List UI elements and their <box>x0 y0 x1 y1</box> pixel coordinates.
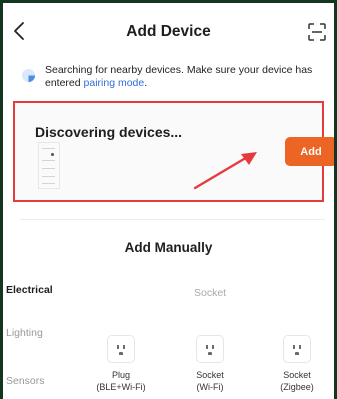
category-electrical[interactable]: Electrical <box>6 284 53 296</box>
add-manually-title: Add Manually <box>124 240 213 255</box>
notice-tail: . <box>144 77 148 89</box>
product-name: Socket <box>196 370 224 380</box>
page-title: Add Device <box>126 23 211 40</box>
product-connectivity: (Zigbee) <box>280 382 314 392</box>
product-name: Plug <box>111 370 130 380</box>
product-connectivity: (Wi-Fi) <box>196 382 224 392</box>
product-name: Socket <box>283 370 311 380</box>
search-notice: Searching for nearby devices. Make sure … <box>15 61 325 95</box>
add-device-screen: Add Device Searching for nearby devices.… <box>3 3 334 399</box>
category-lighting[interactable]: Lighting <box>6 327 43 339</box>
socket-icon <box>283 335 311 363</box>
category-sensors[interactable]: Sensors <box>6 375 45 387</box>
socket-icon <box>107 335 135 363</box>
searching-spinner-icon <box>21 68 36 83</box>
header: Add Device <box>3 3 334 57</box>
notice-text: Searching for nearby devices. Make sure … <box>45 64 320 90</box>
product-socket-zigbee[interactable]: Socket (Zigbee) <box>267 335 327 393</box>
socket-icon <box>196 335 224 363</box>
divider <box>20 219 325 220</box>
device-thumbnail <box>38 142 60 189</box>
product-socket-wifi[interactable]: Socket (Wi-Fi) <box>180 335 240 393</box>
annotation-arrow-icon <box>193 152 257 190</box>
section-label-socket: Socket <box>194 287 227 299</box>
discovery-title: Discovering devices... <box>35 124 183 140</box>
scan-icon[interactable] <box>307 22 327 42</box>
product-connectivity: (BLE+Wi-Fi) <box>96 382 146 392</box>
pairing-mode-link[interactable]: pairing mode <box>84 77 145 89</box>
product-plug-ble-wifi[interactable]: Plug (BLE+Wi-Fi) <box>91 335 151 393</box>
add-button[interactable]: Add <box>285 137 334 166</box>
discovery-card: Discovering devices... Add <box>13 101 334 202</box>
